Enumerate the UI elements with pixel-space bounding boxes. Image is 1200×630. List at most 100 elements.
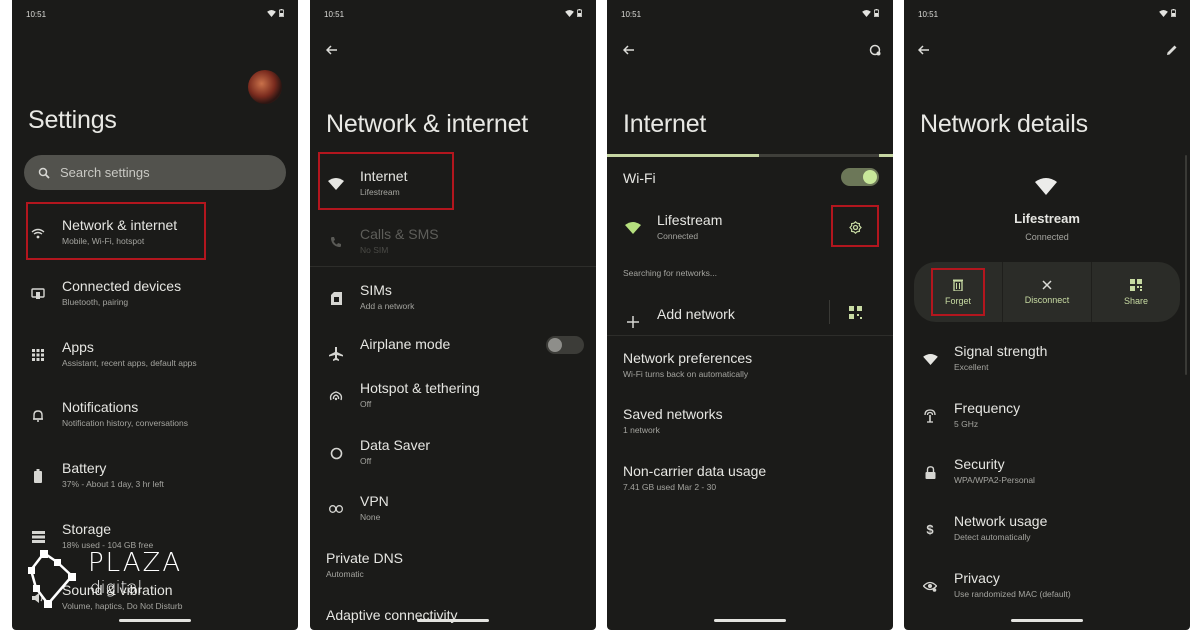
settings-item-apps[interactable]: Apps Assistant, recent apps, default app… — [12, 337, 298, 381]
network-actions-bar: Forget Disconnect Share — [914, 262, 1180, 322]
network-item-private-dns[interactable]: Private DNS Automatic — [310, 548, 596, 592]
details-item-frequency[interactable]: Frequency 5 GHz — [904, 398, 1190, 442]
wifi-icon — [623, 218, 643, 238]
item-subtitle: WPA/WPA2-Personal — [954, 475, 1035, 485]
item-title: Privacy — [954, 570, 1000, 586]
home-indicator[interactable] — [714, 619, 786, 622]
hotspot-icon — [326, 386, 346, 406]
item-subtitle: Wi-Fi turns back on automatically — [623, 369, 749, 379]
item-subtitle: Assistant, recent apps, default apps — [62, 358, 197, 368]
wifi-status-icon — [267, 9, 276, 17]
item-title: Private DNS — [326, 550, 404, 566]
disconnect-button[interactable]: Disconnect — [1003, 262, 1092, 322]
logo-sub-text: digital — [90, 578, 143, 598]
item-title: Connected devices — [62, 278, 182, 294]
storage-icon — [28, 527, 48, 547]
network-item-internet[interactable]: Internet Lifestream — [310, 166, 596, 210]
clock: 10:51 — [918, 10, 939, 19]
forget-button[interactable]: Forget — [914, 262, 1003, 322]
clock: 10:51 — [621, 10, 642, 19]
settings-item-notifications[interactable]: Notifications Notification history, conv… — [12, 397, 298, 441]
search-icon — [38, 167, 50, 179]
close-icon — [1042, 279, 1052, 290]
action-label: Forget — [944, 295, 971, 306]
battery-status-icon — [577, 9, 582, 17]
item-title: Data Saver — [360, 437, 431, 453]
apps-grid-icon — [28, 345, 48, 365]
scan-progress-bar — [607, 154, 893, 157]
edit-pencil-icon[interactable] — [1162, 40, 1182, 60]
home-indicator[interactable] — [417, 619, 489, 622]
troubleshoot-icon[interactable] — [865, 40, 885, 60]
item-title: Signal strength — [954, 343, 1048, 359]
network-item-sims[interactable]: SIMs Add a network — [310, 280, 596, 324]
settings-item-connected-devices[interactable]: Connected devices Bluetooth, pairing — [12, 276, 298, 320]
wifi-label: Wi-Fi — [623, 170, 656, 186]
item-subtitle: Detect automatically — [954, 532, 1031, 542]
item-subtitle: Automatic — [326, 569, 364, 579]
item-subtitle: Off — [360, 399, 372, 409]
network-item-calls-sms: Calls & SMS No SIM — [310, 224, 596, 268]
home-indicator[interactable] — [1011, 619, 1083, 622]
devices-icon — [28, 284, 48, 304]
logo-brand-text: PLAZA — [88, 548, 183, 578]
share-button[interactable]: Share — [1092, 262, 1180, 322]
network-item-hotspot[interactable]: Hotspot & tethering Off — [310, 378, 596, 422]
wifi-icon — [1035, 178, 1057, 195]
internet-item-network-preferences[interactable]: Network preferences Wi-Fi turns back on … — [607, 348, 893, 392]
item-title: Network usage — [954, 513, 1048, 529]
item-title: Calls & SMS — [360, 226, 439, 242]
internet-item-saved-networks[interactable]: Saved networks 1 network — [607, 404, 893, 448]
network-name: Lifestream — [1014, 211, 1080, 226]
network-internet-screen: 10:51 Network & internet Internet Lifest… — [310, 0, 596, 630]
home-indicator[interactable] — [119, 619, 191, 622]
trash-icon — [953, 279, 963, 291]
settings-item-battery[interactable]: Battery 37% - About 1 day, 3 hr left — [12, 458, 298, 502]
gear-icon[interactable] — [845, 217, 865, 237]
back-arrow-icon[interactable] — [914, 40, 934, 60]
details-item-signal-strength[interactable]: Signal strength Excellent — [904, 341, 1190, 385]
page-title: Network & internet — [326, 110, 529, 138]
item-title: SIMs — [360, 282, 392, 298]
plus-icon — [623, 312, 643, 332]
status-bar: 10:51 — [918, 8, 1176, 22]
battery-status-icon — [874, 9, 879, 17]
item-subtitle: 1 network — [623, 425, 660, 435]
network-item-adaptive-connectivity[interactable]: Adaptive connectivity — [310, 605, 596, 630]
item-title: Network & internet — [62, 217, 178, 233]
avatar[interactable] — [248, 70, 282, 104]
antenna-icon — [920, 406, 940, 426]
wifi-icon — [326, 174, 346, 194]
wifi-icon — [920, 349, 940, 369]
bell-icon — [28, 405, 48, 425]
details-item-security[interactable]: Security WPA/WPA2-Personal — [904, 454, 1190, 498]
item-title: Internet — [360, 168, 408, 184]
network-status: Connected — [1025, 232, 1069, 242]
back-arrow-icon[interactable] — [322, 40, 342, 60]
qr-scan-icon[interactable] — [845, 302, 865, 322]
item-subtitle: No SIM — [360, 245, 389, 255]
wifi-status-icon — [862, 9, 871, 17]
back-arrow-icon[interactable] — [619, 40, 639, 60]
status-bar: 10:51 — [324, 8, 582, 22]
progress-tail — [879, 154, 893, 157]
item-subtitle: 7.41 GB used Mar 2 - 30 — [623, 482, 717, 492]
airplane-mode-toggle[interactable] — [546, 336, 584, 354]
dollar-icon: $ — [926, 521, 934, 537]
searching-status: Searching for networks... — [623, 268, 718, 278]
network-details-screen: 10:51 Network details Lifestream Connect… — [904, 0, 1190, 630]
network-item-vpn[interactable]: VPN None — [310, 491, 596, 535]
details-item-privacy[interactable]: Privacy Use randomized MAC (default) — [904, 568, 1190, 612]
search-input[interactable]: Search settings — [24, 155, 286, 190]
clock: 10:51 — [324, 10, 345, 19]
item-title: Airplane mode — [360, 336, 451, 352]
details-item-network-usage[interactable]: $ Network usage Detect automatically — [904, 511, 1190, 555]
action-label: Disconnect — [1024, 294, 1070, 305]
internet-item-data-usage[interactable]: Non-carrier data usage 7.41 GB used Mar … — [607, 461, 893, 505]
wifi-toggle[interactable] — [841, 168, 879, 186]
battery-status-icon — [279, 9, 284, 17]
add-network-label: Add network — [657, 306, 735, 322]
network-item-data-saver[interactable]: Data Saver Off — [310, 435, 596, 479]
item-subtitle: None — [360, 512, 381, 522]
settings-item-network[interactable]: Network & internet Mobile, Wi-Fi, hotspo… — [12, 215, 298, 259]
